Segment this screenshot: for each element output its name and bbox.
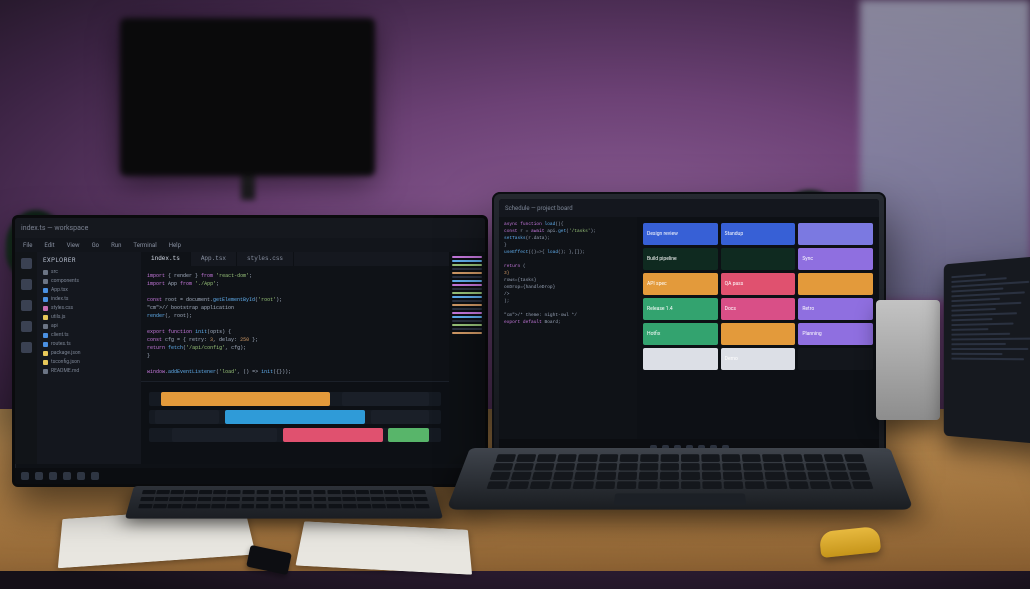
laptop-screen: Schedule — project board async function … [492,192,886,464]
side-laptop [944,255,1030,445]
os-taskbar[interactable] [15,468,485,484]
schedule-cell[interactable]: Build pipeline [643,248,718,270]
workspace-photo: index.ts — workspace File Edit View Go Run Te… [0,0,1030,589]
window-title: Schedule — project board [505,205,573,212]
taskbar-app-icon[interactable] [91,472,99,480]
mounted-monitor-off [120,18,375,176]
editor-tab[interactable]: index.ts [141,252,191,266]
timeline-clip[interactable] [225,410,365,424]
speaker [876,300,940,420]
file-tree-item[interactable]: README.md [43,367,135,376]
editor-tabs[interactable]: index.tsApp.tsxstyles.css [141,252,449,266]
git-icon[interactable] [21,300,32,311]
schedule-cell[interactable]: Design review [643,223,718,245]
extensions-icon[interactable] [21,342,32,353]
file-tree-item[interactable]: package.json [43,349,135,358]
taskbar-app-icon[interactable] [63,472,71,480]
activity-bar[interactable] [15,252,37,464]
timeline-clip[interactable] [283,428,382,442]
code-editor[interactable]: index.tsApp.tsxstyles.css import { rende… [141,252,449,464]
file-tree-item[interactable]: src [43,268,135,277]
schedule-cell[interactable]: Docs [721,298,796,320]
file-tree-item[interactable]: index.ts [43,295,135,304]
file-explorer[interactable]: EXPLORER srccomponentsApp.tsxindex.tssty… [37,252,141,464]
schedule-cell[interactable]: Standup [721,223,796,245]
timeline-panel[interactable] [141,381,449,464]
code-editor[interactable]: async function load(){ const r = await a… [499,217,637,439]
menu-item[interactable]: View [67,242,80,249]
schedule-cell[interactable] [798,273,873,295]
timeline-track[interactable] [149,428,441,442]
taskbar-app-icon[interactable] [35,472,43,480]
menu-bar[interactable]: File Edit View Go Run Terminal Help [15,238,485,252]
editor-tab[interactable]: App.tsx [191,252,237,266]
schedule-cell[interactable]: Release 1.4 [643,298,718,320]
schedule-cell[interactable]: Retro [798,298,873,320]
timeline-clip[interactable] [371,410,429,424]
window-titlebar[interactable]: index.ts — workspace [15,218,485,238]
timeline-clip[interactable] [155,410,219,424]
trackpad[interactable] [614,493,747,505]
schedule-cell[interactable]: API spec [643,273,718,295]
start-icon[interactable] [21,472,29,480]
schedule-cell[interactable]: Planning [798,323,873,345]
file-tree-item[interactable]: routes.ts [43,340,135,349]
search-icon[interactable] [21,279,32,290]
file-tree-item[interactable]: api [43,322,135,331]
editor-tab[interactable]: styles.css [237,252,294,266]
menu-item[interactable]: Edit [44,242,54,249]
external-monitor: index.ts — workspace File Edit View Go Run Te… [12,215,488,487]
menu-item[interactable]: Help [169,242,181,249]
timeline-clip[interactable] [172,428,277,442]
timeline-clip[interactable] [342,392,430,406]
debug-icon[interactable] [21,321,32,332]
timeline-track[interactable] [149,410,441,424]
menu-item[interactable]: File [23,242,32,249]
window-titlebar[interactable]: Schedule — project board [499,199,879,217]
schedule-cell[interactable]: Hotfix [643,323,718,345]
files-icon[interactable] [21,258,32,269]
menu-item[interactable]: Terminal [133,242,156,249]
schedule-cell[interactable]: Demo [721,348,796,370]
minimap[interactable] [449,252,485,464]
file-tree-item[interactable]: styles.css [43,304,135,313]
file-tree-item[interactable]: App.tsx [43,286,135,295]
schedule-cell[interactable] [798,348,873,370]
timeline-clip[interactable] [161,392,330,406]
taskbar-app-icon[interactable] [49,472,57,480]
laptop-base [446,448,913,510]
explorer-header: EXPLORER [43,256,135,265]
schedule-cell[interactable] [721,248,796,270]
schedule-cell[interactable]: QA pass [721,273,796,295]
file-tree-item[interactable]: client.ts [43,331,135,340]
menu-item[interactable]: Go [92,242,100,249]
laptop-keyboard[interactable] [486,454,873,489]
file-tree-item[interactable]: utils.js [43,313,135,322]
window-title: index.ts — workspace [21,224,88,232]
schedule-cell[interactable] [721,323,796,345]
menu-item[interactable]: Run [111,242,121,249]
file-tree-item[interactable]: tsconfig.json [43,358,135,367]
file-tree-item[interactable]: components [43,277,135,286]
taskbar-app-icon[interactable] [77,472,85,480]
timeline-track[interactable] [149,392,441,406]
schedule-cell[interactable]: Sync [798,248,873,270]
schedule-cell[interactable] [643,348,718,370]
timeline-clip[interactable] [388,428,429,442]
schedule-grid[interactable]: Design reviewStandupBuild pipeline Sync AP… [637,217,879,439]
notebook [296,521,473,574]
code-content[interactable]: import { render } from 'react-dom';impor… [147,272,443,376]
external-keyboard[interactable] [125,486,443,519]
schedule-cell[interactable] [798,223,873,245]
